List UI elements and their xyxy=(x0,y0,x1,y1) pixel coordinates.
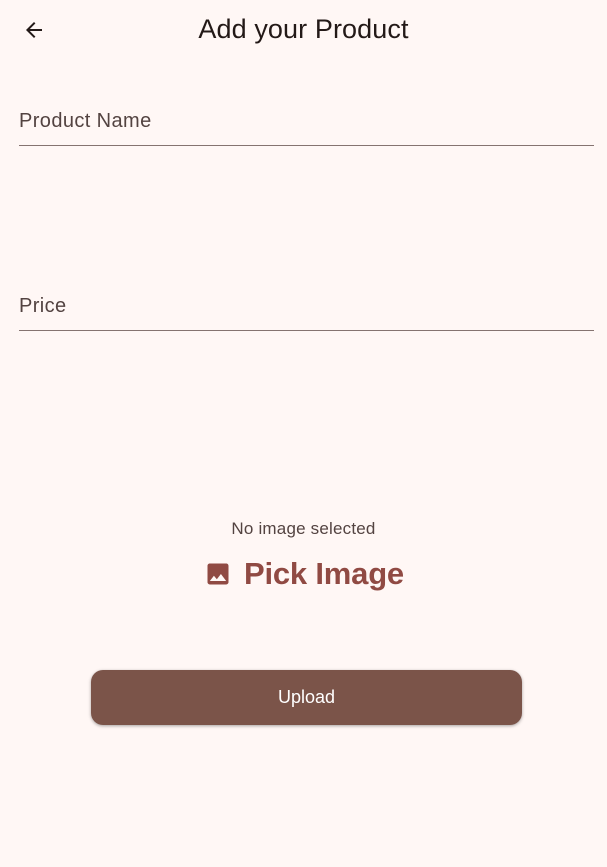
app-bar: Add your Product xyxy=(0,0,607,60)
upload-label: Upload xyxy=(277,687,336,707)
upload-button[interactable]: Upload xyxy=(91,670,522,725)
image-icon xyxy=(207,563,229,585)
product-name-field[interactable] xyxy=(19,97,594,146)
pick-image-button[interactable]: Pick Image xyxy=(196,552,412,596)
pick-image-label: Pick Image xyxy=(244,556,404,591)
product-name-input[interactable] xyxy=(19,97,594,145)
price-input[interactable] xyxy=(19,282,594,330)
image-status-text: No image selected xyxy=(231,519,376,538)
page-title: Add your Product xyxy=(198,14,409,44)
price-field[interactable] xyxy=(19,282,594,331)
